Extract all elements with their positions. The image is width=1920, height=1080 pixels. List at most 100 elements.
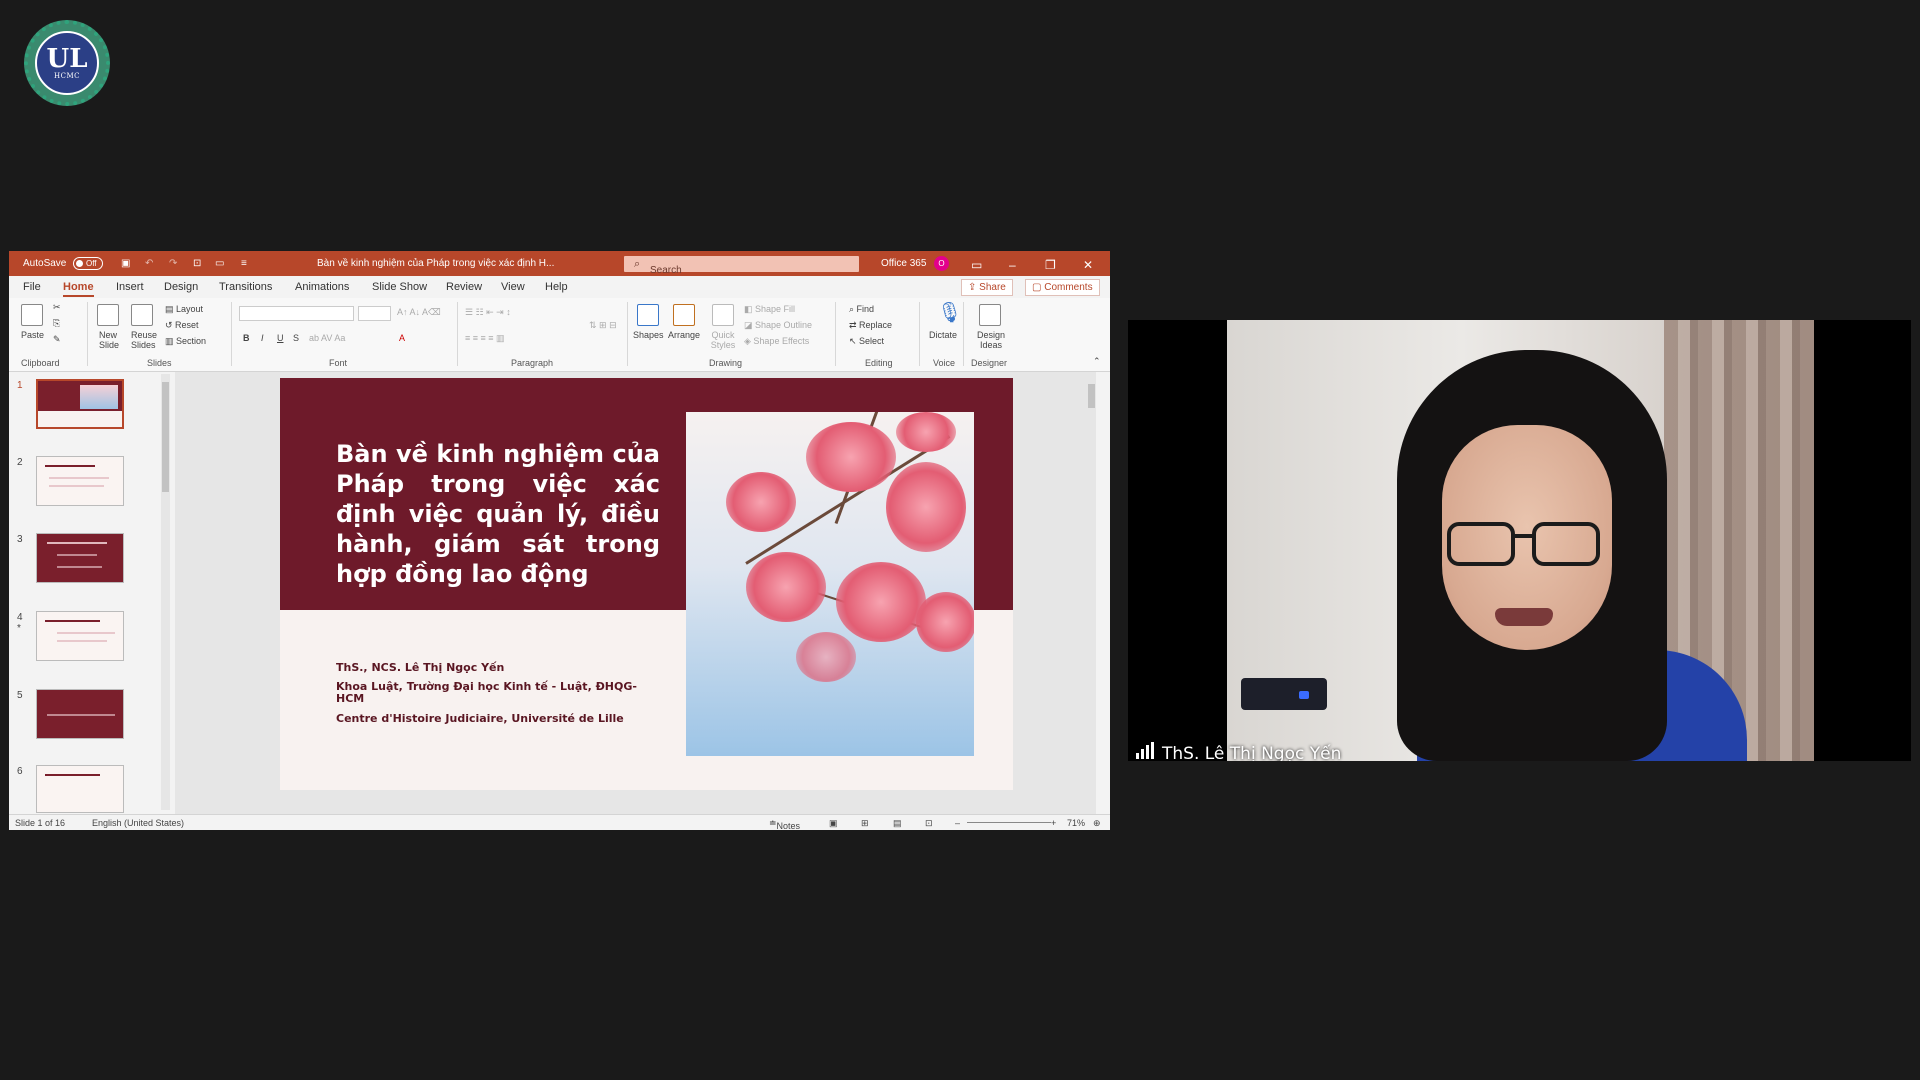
increase-font-icon[interactable]: A↑ A↓ A⌫ (397, 307, 441, 318)
account-label[interactable]: Office 365 (881, 258, 926, 269)
slide-thumbnail-4[interactable] (36, 611, 124, 661)
tab-animations[interactable]: Animations (295, 281, 349, 293)
notes-button[interactable]: ≐ Notes (769, 818, 800, 830)
zoom-slider[interactable] (967, 822, 1051, 823)
new-slide-button[interactable]: New Slide (99, 330, 125, 350)
layout-button[interactable]: ▤ Layout (165, 304, 203, 315)
section-button[interactable]: ▥ Section (165, 336, 206, 347)
tab-design[interactable]: Design (164, 281, 198, 293)
dictate-button[interactable]: Dictate (929, 330, 957, 340)
tab-help[interactable]: Help (545, 281, 568, 293)
align-icons[interactable]: ≡ ≡ ≡ ≡ ▥ (465, 333, 505, 344)
share-button[interactable]: ⇪ Share (961, 279, 1013, 296)
slide-thumbnail-6[interactable] (36, 765, 124, 813)
shapes-button[interactable]: Shapes (633, 330, 664, 340)
slide-author[interactable]: ThS., NCS. Lê Thị Ngọc Yến (336, 662, 666, 674)
normal-view-icon[interactable]: ▣ (829, 818, 838, 829)
bold-icon[interactable]: B (243, 333, 250, 343)
group-editing: Editing (865, 358, 893, 368)
slide-affiliation-2[interactable]: Centre d'Histoire Judiciaire, Université… (336, 713, 666, 725)
language-indicator[interactable]: English (United States) (92, 818, 184, 828)
new-document-icon[interactable]: ▭ (215, 258, 224, 269)
collapse-ribbon-icon[interactable]: ⌃ (1093, 356, 1101, 367)
restore-icon[interactable]: ❐ (1045, 258, 1056, 272)
shadow-icon[interactable]: S (293, 333, 299, 343)
quick-styles-button[interactable]: Quick Styles (709, 330, 737, 350)
select-button[interactable]: ↖ Select (849, 336, 884, 347)
cut-icon[interactable]: ✂ (53, 302, 61, 313)
logo-text: HCMC (54, 72, 80, 80)
find-button[interactable]: ⌕ Find (849, 304, 874, 315)
shape-outline-button[interactable]: ◪ Shape Outline (744, 320, 812, 331)
tab-transitions[interactable]: Transitions (219, 281, 272, 293)
customize-toolbar-icon[interactable]: ≡ (241, 258, 247, 269)
copy-icon[interactable]: ⎘ (53, 318, 60, 329)
slide-sorter-icon[interactable]: ⊞ (861, 818, 869, 829)
reuse-slides-icon[interactable] (131, 304, 153, 326)
minimize-icon[interactable]: – (1009, 258, 1016, 272)
tab-view[interactable]: View (501, 281, 525, 293)
search-box[interactable]: ⌕ Search (624, 256, 859, 276)
shape-fill-button[interactable]: ◧ Shape Fill (744, 304, 795, 315)
slide-thumbnail-3[interactable] (36, 533, 124, 583)
reset-button[interactable]: ↺ Reset (165, 320, 199, 331)
strikethrough-icon[interactable]: ab AV Aa (309, 333, 345, 343)
slide-title[interactable]: Bàn về kinh nghiệm của Pháp trong việc x… (336, 439, 660, 589)
font-color-icon[interactable]: A (399, 333, 405, 343)
microphone-icon[interactable]: 🎙 (937, 300, 962, 325)
italic-icon[interactable]: I (261, 333, 264, 343)
paste-button[interactable]: Paste (21, 330, 44, 340)
close-icon[interactable]: ✕ (1083, 258, 1093, 272)
slide-thumbnail-5[interactable] (36, 689, 124, 739)
font-size-box[interactable] (358, 306, 391, 321)
slide-thumbnail-2[interactable] (36, 456, 124, 506)
bullets-icon[interactable]: ☰ ☷ ⇤ ⇥ ↕ (465, 307, 511, 318)
cherry-blossom-image[interactable] (686, 412, 974, 756)
save-icon[interactable]: ▣ (121, 258, 130, 269)
slide-thumbnail-1[interactable] (36, 379, 124, 429)
font-family-box[interactable] (239, 306, 354, 321)
share-label: Share (979, 282, 1006, 293)
current-slide[interactable]: Bàn về kinh nghiệm của Pháp trong việc x… (280, 378, 1013, 790)
shapes-icon[interactable] (637, 304, 659, 326)
tab-review[interactable]: Review (446, 281, 482, 293)
canvas-scrollbar[interactable] (1087, 374, 1096, 810)
tab-slide-show[interactable]: Slide Show (372, 281, 427, 293)
arrange-icon[interactable] (673, 304, 695, 326)
shape-effects-button[interactable]: ◈ Shape Effects (744, 336, 809, 347)
participant-video-tile[interactable]: ThS. Lê Thị Ngọc Yến (1128, 320, 1911, 761)
format-painter-icon[interactable]: ✎ (53, 334, 61, 345)
new-slide-icon[interactable] (97, 304, 119, 326)
design-ideas-button[interactable]: Design Ideas (975, 330, 1007, 350)
zoom-in-icon[interactable]: + (1051, 818, 1056, 828)
undo-icon[interactable]: ↶ (145, 258, 153, 269)
ribbon-display-icon[interactable]: ▭ (971, 258, 982, 272)
participant-camera-feed (1227, 320, 1814, 761)
comments-button[interactable]: ▢ Comments (1025, 279, 1100, 296)
design-ideas-icon[interactable] (979, 304, 1001, 326)
thumbnail-scrollbar[interactable] (161, 374, 170, 810)
text-direction-icon[interactable]: ⇅ ⊞ ⊟ (589, 320, 617, 331)
avatar[interactable]: O (934, 256, 949, 271)
paste-icon[interactable] (21, 304, 43, 326)
zoom-out-icon[interactable]: – (955, 818, 960, 828)
present-icon[interactable]: ⊡ (193, 258, 201, 269)
underline-icon[interactable]: U (277, 333, 284, 343)
zoom-level[interactable]: 71% (1067, 818, 1085, 828)
tab-home[interactable]: Home (63, 281, 94, 297)
tab-file[interactable]: File (23, 281, 41, 293)
autosave-toggle[interactable]: Off (73, 257, 103, 270)
slide-affiliation-1[interactable]: Khoa Luật, Trường Đại học Kinh tế - Luật… (336, 681, 646, 705)
quick-styles-icon[interactable] (712, 304, 734, 326)
arrange-button[interactable]: Arrange (668, 330, 700, 340)
replace-button[interactable]: ⇄ Replace (849, 320, 892, 331)
reuse-slides-button[interactable]: Reuse Slides (131, 330, 159, 350)
logo-monogram: UL (46, 44, 88, 74)
slideshow-view-icon[interactable]: ⊡ (925, 818, 933, 829)
fit-to-window-icon[interactable]: ⊕ (1093, 818, 1101, 829)
tab-insert[interactable]: Insert (116, 281, 144, 293)
reading-view-icon[interactable]: ▤ (893, 818, 902, 829)
glasses-right (1532, 522, 1600, 566)
title-bar: AutoSave Off ▣ ↶ ↷ ⊡ ▭ ≡ Bàn về kinh ngh… (9, 251, 1110, 276)
redo-icon[interactable]: ↷ (169, 258, 177, 269)
